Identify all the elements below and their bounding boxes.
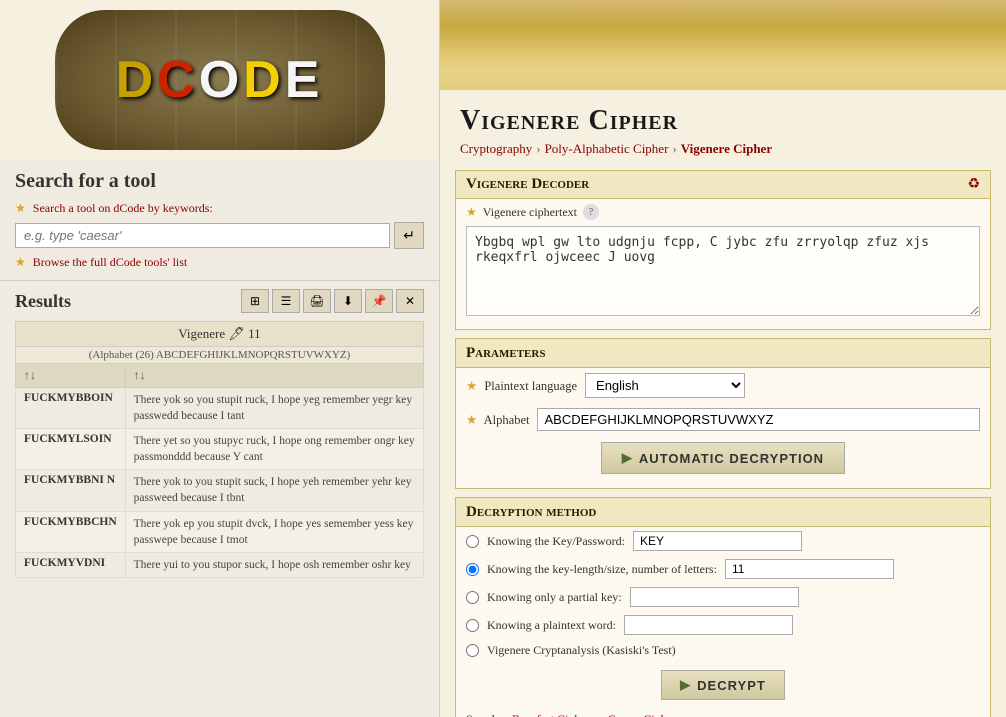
col-header-1[interactable]: ↑↓ (16, 364, 126, 388)
breadcrumb-poly[interactable]: Poly-Alphabetic Cipher (545, 141, 669, 157)
results-section: Results ⊞ ☰ 🖨 ⬇ 📌 ✕ Vigenere 🖊 11 (Alpha… (0, 281, 439, 717)
star-icon-cipher: ★ (466, 205, 477, 220)
ciphertext-textarea[interactable] (466, 226, 980, 316)
search-title: Search for a tool (15, 170, 424, 193)
decoder-title: Vigenere Decoder (466, 176, 589, 193)
decoder-title-bar: Vigenere Decoder ♻ (456, 171, 990, 199)
method-input-plaintext[interactable] (624, 615, 793, 635)
language-label: ★ Plaintext language (466, 378, 577, 394)
table-row: FUCKMYBBOIN There yok so you stupit ruck… (16, 388, 424, 429)
radio-key[interactable] (466, 535, 479, 548)
recycle-icon: ♻ (967, 176, 980, 193)
tb-pin-btn[interactable]: 📌 (365, 289, 393, 313)
method-label-key: Knowing the Key/Password: (487, 534, 625, 549)
logo-area: DCODE (0, 0, 439, 160)
logo-text: DCODE (116, 50, 324, 110)
play-icon-decrypt: ▶ (680, 677, 691, 693)
results-title: Results (15, 291, 71, 312)
auto-decrypt-button[interactable]: ▶ AUTOMATIC DECRYPTION (601, 442, 845, 474)
search-section: Search for a tool ★ Search a tool on dCo… (0, 160, 439, 281)
alphabet-row: ★ Alphabet (456, 403, 990, 436)
tb-download-btn[interactable]: ⬇ (334, 289, 362, 313)
alphabet-input[interactable] (537, 408, 980, 431)
parchment-header (440, 0, 1006, 90)
method-input-key[interactable] (633, 531, 802, 551)
method-row-partial: Knowing only a partial key: (456, 583, 990, 611)
breadcrumb: Cryptography › Poly-Alphabetic Cipher › … (460, 141, 986, 157)
results-toolbar: ⊞ ☰ 🖨 ⬇ 📌 ✕ (241, 289, 424, 313)
language-row: ★ Plaintext language English French Span… (456, 368, 990, 403)
params-title-bar: Parameters (456, 339, 990, 368)
alphabet-label: ★ Alphabet (466, 412, 529, 428)
table-row: FUCKMYLSOIN There yet so you stupyc ruck… (16, 429, 424, 470)
method-label-kasiski: Vigenere Cryptanalysis (Kasiski's Test) (487, 643, 676, 658)
text-cell: There yok to you stupit suck, I hope yeh… (125, 470, 423, 511)
method-input-partial[interactable] (630, 587, 799, 607)
breadcrumb-cryptography[interactable]: Cryptography (460, 141, 532, 157)
see-also: See also: Beaufort Cipher — Caesar Ciphe… (456, 708, 990, 717)
params-box: Parameters ★ Plaintext language English … (455, 338, 991, 489)
key-cell[interactable]: FUCKMYVDNI (16, 552, 126, 577)
method-title-bar: Decryption method (456, 498, 990, 527)
title-area: Vigenere Cipher Cryptography › Poly-Alph… (440, 90, 1006, 162)
caesar-link[interactable]: Caesar Cipher (608, 712, 676, 717)
key-cell[interactable]: FUCKMYBBOIN (16, 388, 126, 429)
page-title: Vigenere Cipher (460, 105, 986, 137)
method-label-keylength: Knowing the key-length/size, number of l… (487, 562, 717, 577)
key-cell[interactable]: FUCKMYBBCHN (16, 511, 126, 552)
beaufort-link[interactable]: Beaufort Cipher (512, 712, 590, 717)
alphabet-header: (Alphabet (26) ABCDEFGHIJKLMNOPQRSTUVWXY… (16, 347, 424, 364)
search-input[interactable] (15, 223, 390, 248)
right-panel: Vigenere Cipher Cryptography › Poly-Alph… (440, 0, 1006, 717)
help-icon[interactable]: ? (583, 204, 599, 220)
radio-partial[interactable] (466, 591, 479, 604)
method-label-plaintext: Knowing a plaintext word: (487, 618, 616, 633)
text-cell: There yui to you stupor suck, I hope osh… (125, 552, 423, 577)
method-label-partial: Knowing only a partial key: (487, 590, 622, 605)
method-row-keylength: Knowing the key-length/size, number of l… (456, 555, 990, 583)
left-panel: DCODE Search for a tool ★ Search a tool … (0, 0, 440, 717)
text-cell: There yet so you stupyc ruck, I hope ong… (125, 429, 423, 470)
key-cell[interactable]: FUCKMYLSOIN (16, 429, 126, 470)
tb-print-btn[interactable]: 🖨 (303, 289, 331, 313)
method-row-key: Knowing the Key/Password: (456, 527, 990, 555)
star-icon: ★ (15, 201, 26, 215)
results-table: Vigenere 🖊 11 (Alphabet (26) ABCDEFGHIJK… (15, 321, 424, 578)
decoder-box: Vigenere Decoder ♻ ★ Vigenere ciphertext… (455, 170, 991, 330)
tb-grid-btn[interactable]: ⊞ (241, 289, 269, 313)
browse-link[interactable]: ★ Browse the full dCode tools' list (15, 255, 424, 270)
ciphertext-label: Vigenere ciphertext (483, 205, 577, 220)
search-submit-button[interactable]: ↵ (394, 222, 424, 249)
text-cell: There yok ep you stupit dvck, I hope yes… (125, 511, 423, 552)
key-cell[interactable]: FUCKMYBBNI N (16, 470, 126, 511)
params-title: Parameters (466, 345, 545, 361)
results-header: Results ⊞ ☰ 🖨 ⬇ 📌 ✕ (15, 289, 424, 313)
play-icon: ▶ (622, 450, 633, 466)
radio-keylength[interactable] (466, 563, 479, 576)
method-row-plaintext: Knowing a plaintext word: (456, 611, 990, 639)
star-icon-browse: ★ (15, 255, 26, 269)
method-title: Decryption method (466, 504, 596, 520)
vigenere-header: Vigenere 🖊 11 (16, 322, 424, 347)
ciphertext-label-row: ★ Vigenere ciphertext ? (456, 199, 990, 223)
language-select[interactable]: English French Spanish German Italian (585, 373, 745, 398)
method-row-kasiski: Vigenere Cryptanalysis (Kasiski's Test) (456, 639, 990, 662)
radio-plaintext[interactable] (466, 619, 479, 632)
decrypt-button[interactable]: ▶ DECRYPT (661, 670, 785, 700)
tb-list-btn[interactable]: ☰ (272, 289, 300, 313)
text-cell: There yok so you stupit ruck, I hope yeg… (125, 388, 423, 429)
method-input-keylength[interactable] (725, 559, 894, 579)
table-row: FUCKMYBBNI N There yok to you stupit suc… (16, 470, 424, 511)
table-row: FUCKMYBBCHN There yok ep you stupit dvck… (16, 511, 424, 552)
radio-kasiski[interactable] (466, 644, 479, 657)
dcode-logo: DCODE (55, 10, 385, 150)
search-bar: ↵ (15, 222, 424, 249)
breadcrumb-vigenere: Vigenere Cipher (681, 141, 772, 157)
col-header-2[interactable]: ↑↓ (125, 364, 423, 388)
method-box: Decryption method Knowing the Key/Passwo… (455, 497, 991, 717)
table-row: FUCKMYVDNI There yui to you stupor suck,… (16, 552, 424, 577)
search-hint: ★ Search a tool on dCode by keywords: (15, 201, 424, 216)
tb-close-btn[interactable]: ✕ (396, 289, 424, 313)
